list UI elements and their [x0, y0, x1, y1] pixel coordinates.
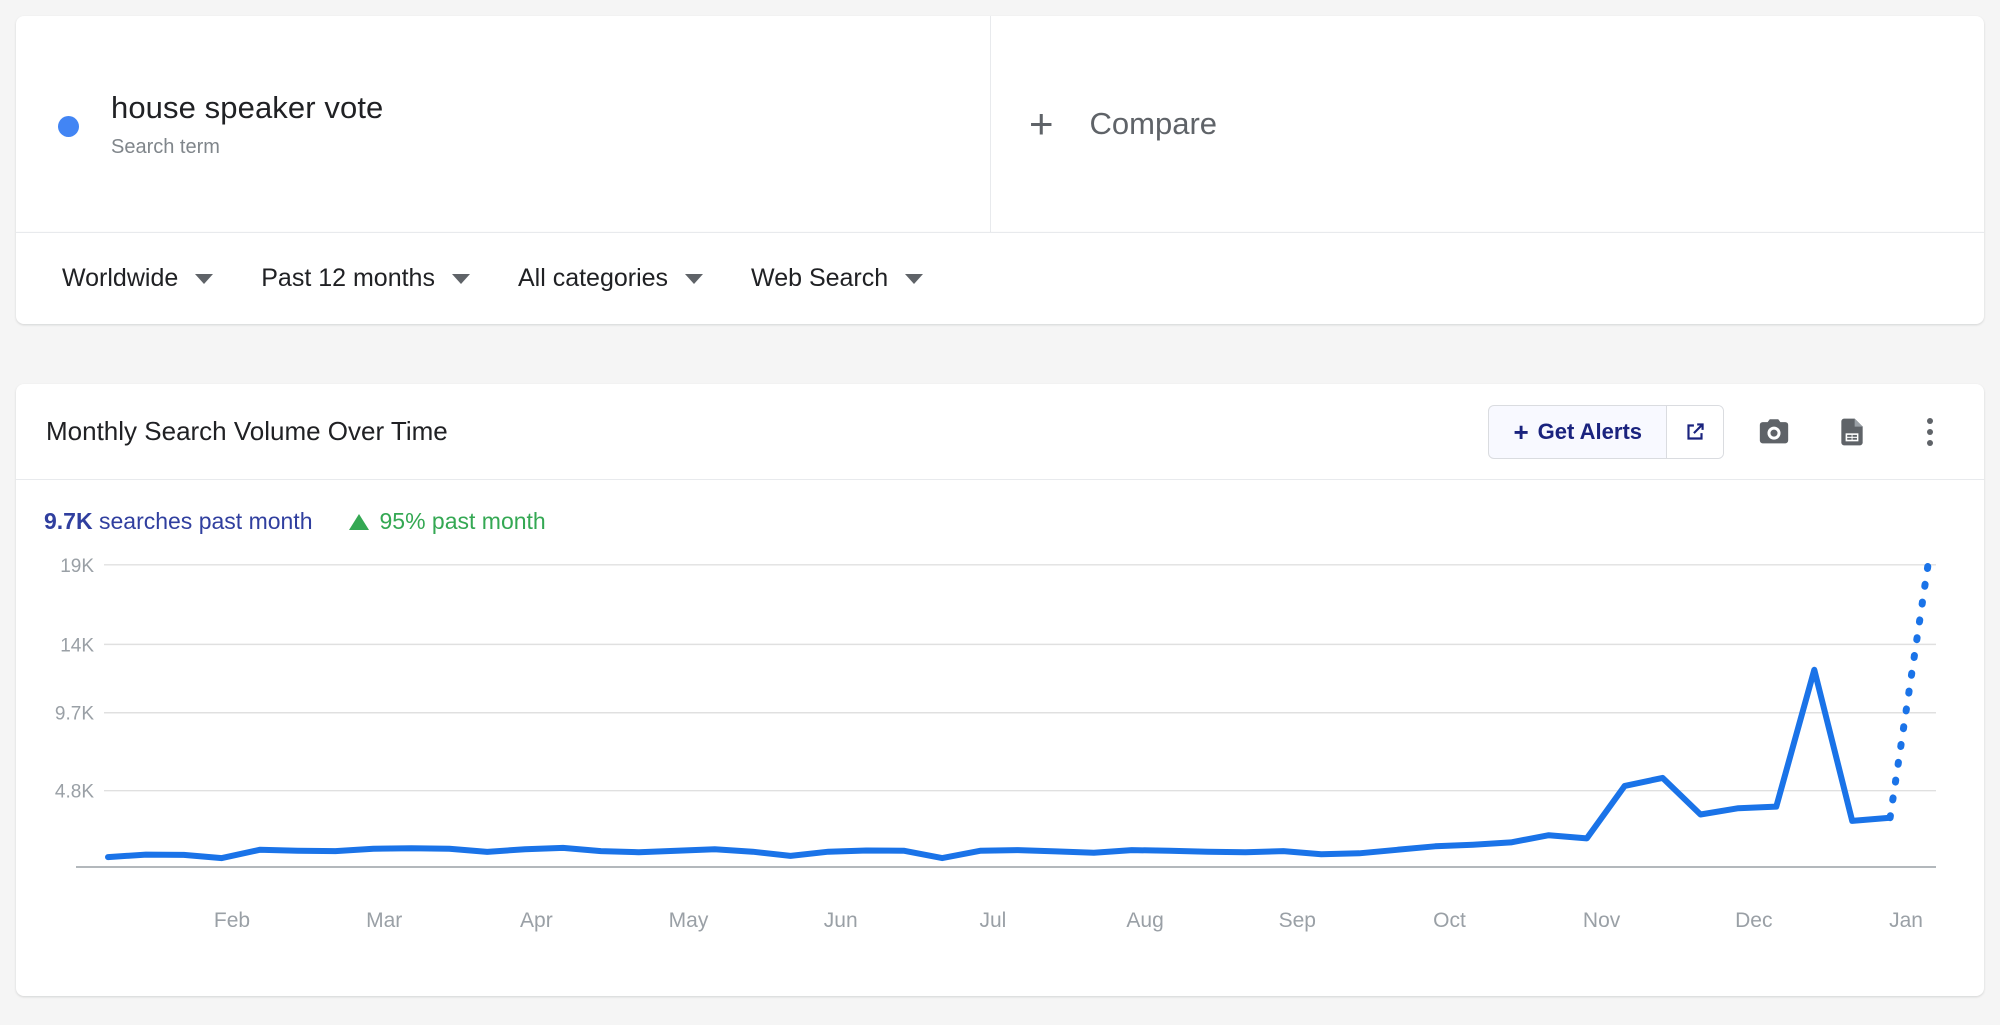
external-link-icon	[1687, 422, 1704, 440]
x-axis-tick-label: May	[669, 909, 709, 932]
series-line-solid	[105, 666, 1894, 862]
export-sheets-button[interactable]	[1824, 404, 1880, 460]
filter-location[interactable]: Worldwide	[62, 264, 214, 293]
series-line-dashed-partial	[1886, 561, 1932, 822]
filter-bar: Worldwide Past 12 months All categories …	[16, 232, 1984, 324]
chevron-down-icon	[195, 273, 214, 284]
filter-location-label: Worldwide	[62, 264, 179, 292]
filter-time-range[interactable]: Past 12 months	[261, 264, 470, 293]
x-axis-tick-label: Feb	[214, 909, 250, 932]
alerts-button-group: + Get Alerts	[1488, 404, 1724, 459]
x-axis-tick-label: Dec	[1735, 909, 1772, 932]
x-axis-tick-label: Mar	[366, 909, 402, 932]
x-axis-tick-label: Jun	[824, 909, 858, 932]
search-term-pane[interactable]: house speaker vote Search term	[16, 16, 991, 232]
embed-button[interactable]	[1666, 405, 1723, 458]
compare-label: Compare	[1089, 106, 1218, 141]
filter-search-type-label: Web Search	[751, 264, 889, 292]
get-alerts-label: Get Alerts	[1537, 418, 1642, 444]
searches-suffix: searches past month	[92, 508, 313, 534]
chevron-down-icon	[451, 273, 470, 284]
chart-header: Monthly Search Volume Over Time + Get Al…	[16, 384, 1984, 480]
searches-value: 9.7K	[44, 508, 93, 534]
y-axis-tick-label: 4.8K	[55, 782, 94, 803]
chart-title: Monthly Search Volume Over Time	[46, 416, 448, 446]
filter-search-type[interactable]: Web Search	[751, 264, 924, 293]
more-options-button[interactable]	[1902, 404, 1958, 460]
x-axis-tick-label: Sep	[1279, 909, 1316, 932]
filter-category-label: All categories	[517, 264, 669, 292]
search-term-title: house speaker vote	[111, 90, 384, 126]
filter-category[interactable]: All categories	[517, 264, 704, 293]
three-dots-icon	[1927, 417, 1933, 446]
x-axis-ticks: Feb Mar Apr May Jun Jul Aug Sep Oct Nov Dec Jan	[214, 909, 1923, 932]
compare-button[interactable]: + Compare	[991, 16, 1984, 232]
delta-stat: 95% past month	[348, 508, 546, 535]
searches-stat: 9.7K searches past month	[44, 508, 313, 535]
x-axis-tick-label: Jan	[1889, 909, 1923, 932]
sheets-file-icon	[1841, 418, 1863, 445]
chart-plot-area: 4.8K 9.7K 14K 19K Feb Mar Apr May Jun Jul Aug Sep O…	[16, 535, 1984, 955]
chart-card: Monthly Search Volume Over Time + Get Al…	[16, 384, 1984, 996]
chart-stats: 9.7K searches past month 95% past month	[16, 480, 1984, 535]
x-axis-tick-label: Aug	[1126, 909, 1163, 932]
y-axis-tick-label: 19K	[60, 556, 94, 577]
plus-icon: +	[1029, 100, 1054, 147]
search-term-text: house speaker vote Search term	[111, 89, 383, 159]
search-term-type: Search term	[111, 135, 220, 158]
chevron-down-icon	[685, 273, 704, 284]
delta-label: 95% past month	[379, 508, 546, 534]
series-color-dot-icon	[58, 115, 79, 137]
chevron-down-icon	[905, 273, 924, 284]
x-axis-tick-label: Oct	[1433, 909, 1466, 932]
y-axis-tick-label: 9.7K	[55, 704, 94, 725]
camera-icon	[1759, 418, 1789, 443]
y-axis-tick-label: 14K	[60, 635, 94, 656]
filter-time-range-label: Past 12 months	[261, 264, 435, 292]
trends-line-chart[interactable]: 4.8K 9.7K 14K 19K Feb Mar Apr May Jun Jul Aug Sep O…	[16, 535, 1984, 955]
gridlines-group	[104, 564, 1936, 792]
x-axis-tick-label: Apr	[520, 909, 553, 932]
search-term-card: house speaker vote Search term + Compare	[16, 16, 1984, 232]
x-axis-tick-label: Jul	[979, 909, 1006, 932]
screenshot-button[interactable]	[1746, 404, 1802, 460]
y-axis-ticks: 4.8K 9.7K 14K 19K	[55, 556, 94, 803]
google-trends-page: house speaker vote Search term + Compare…	[0, 0, 2000, 1025]
triangle-up-icon	[348, 513, 369, 530]
get-alerts-button[interactable]: + Get Alerts	[1489, 406, 1666, 458]
x-axis-tick-label: Nov	[1583, 909, 1621, 932]
plus-icon: +	[1513, 416, 1529, 447]
